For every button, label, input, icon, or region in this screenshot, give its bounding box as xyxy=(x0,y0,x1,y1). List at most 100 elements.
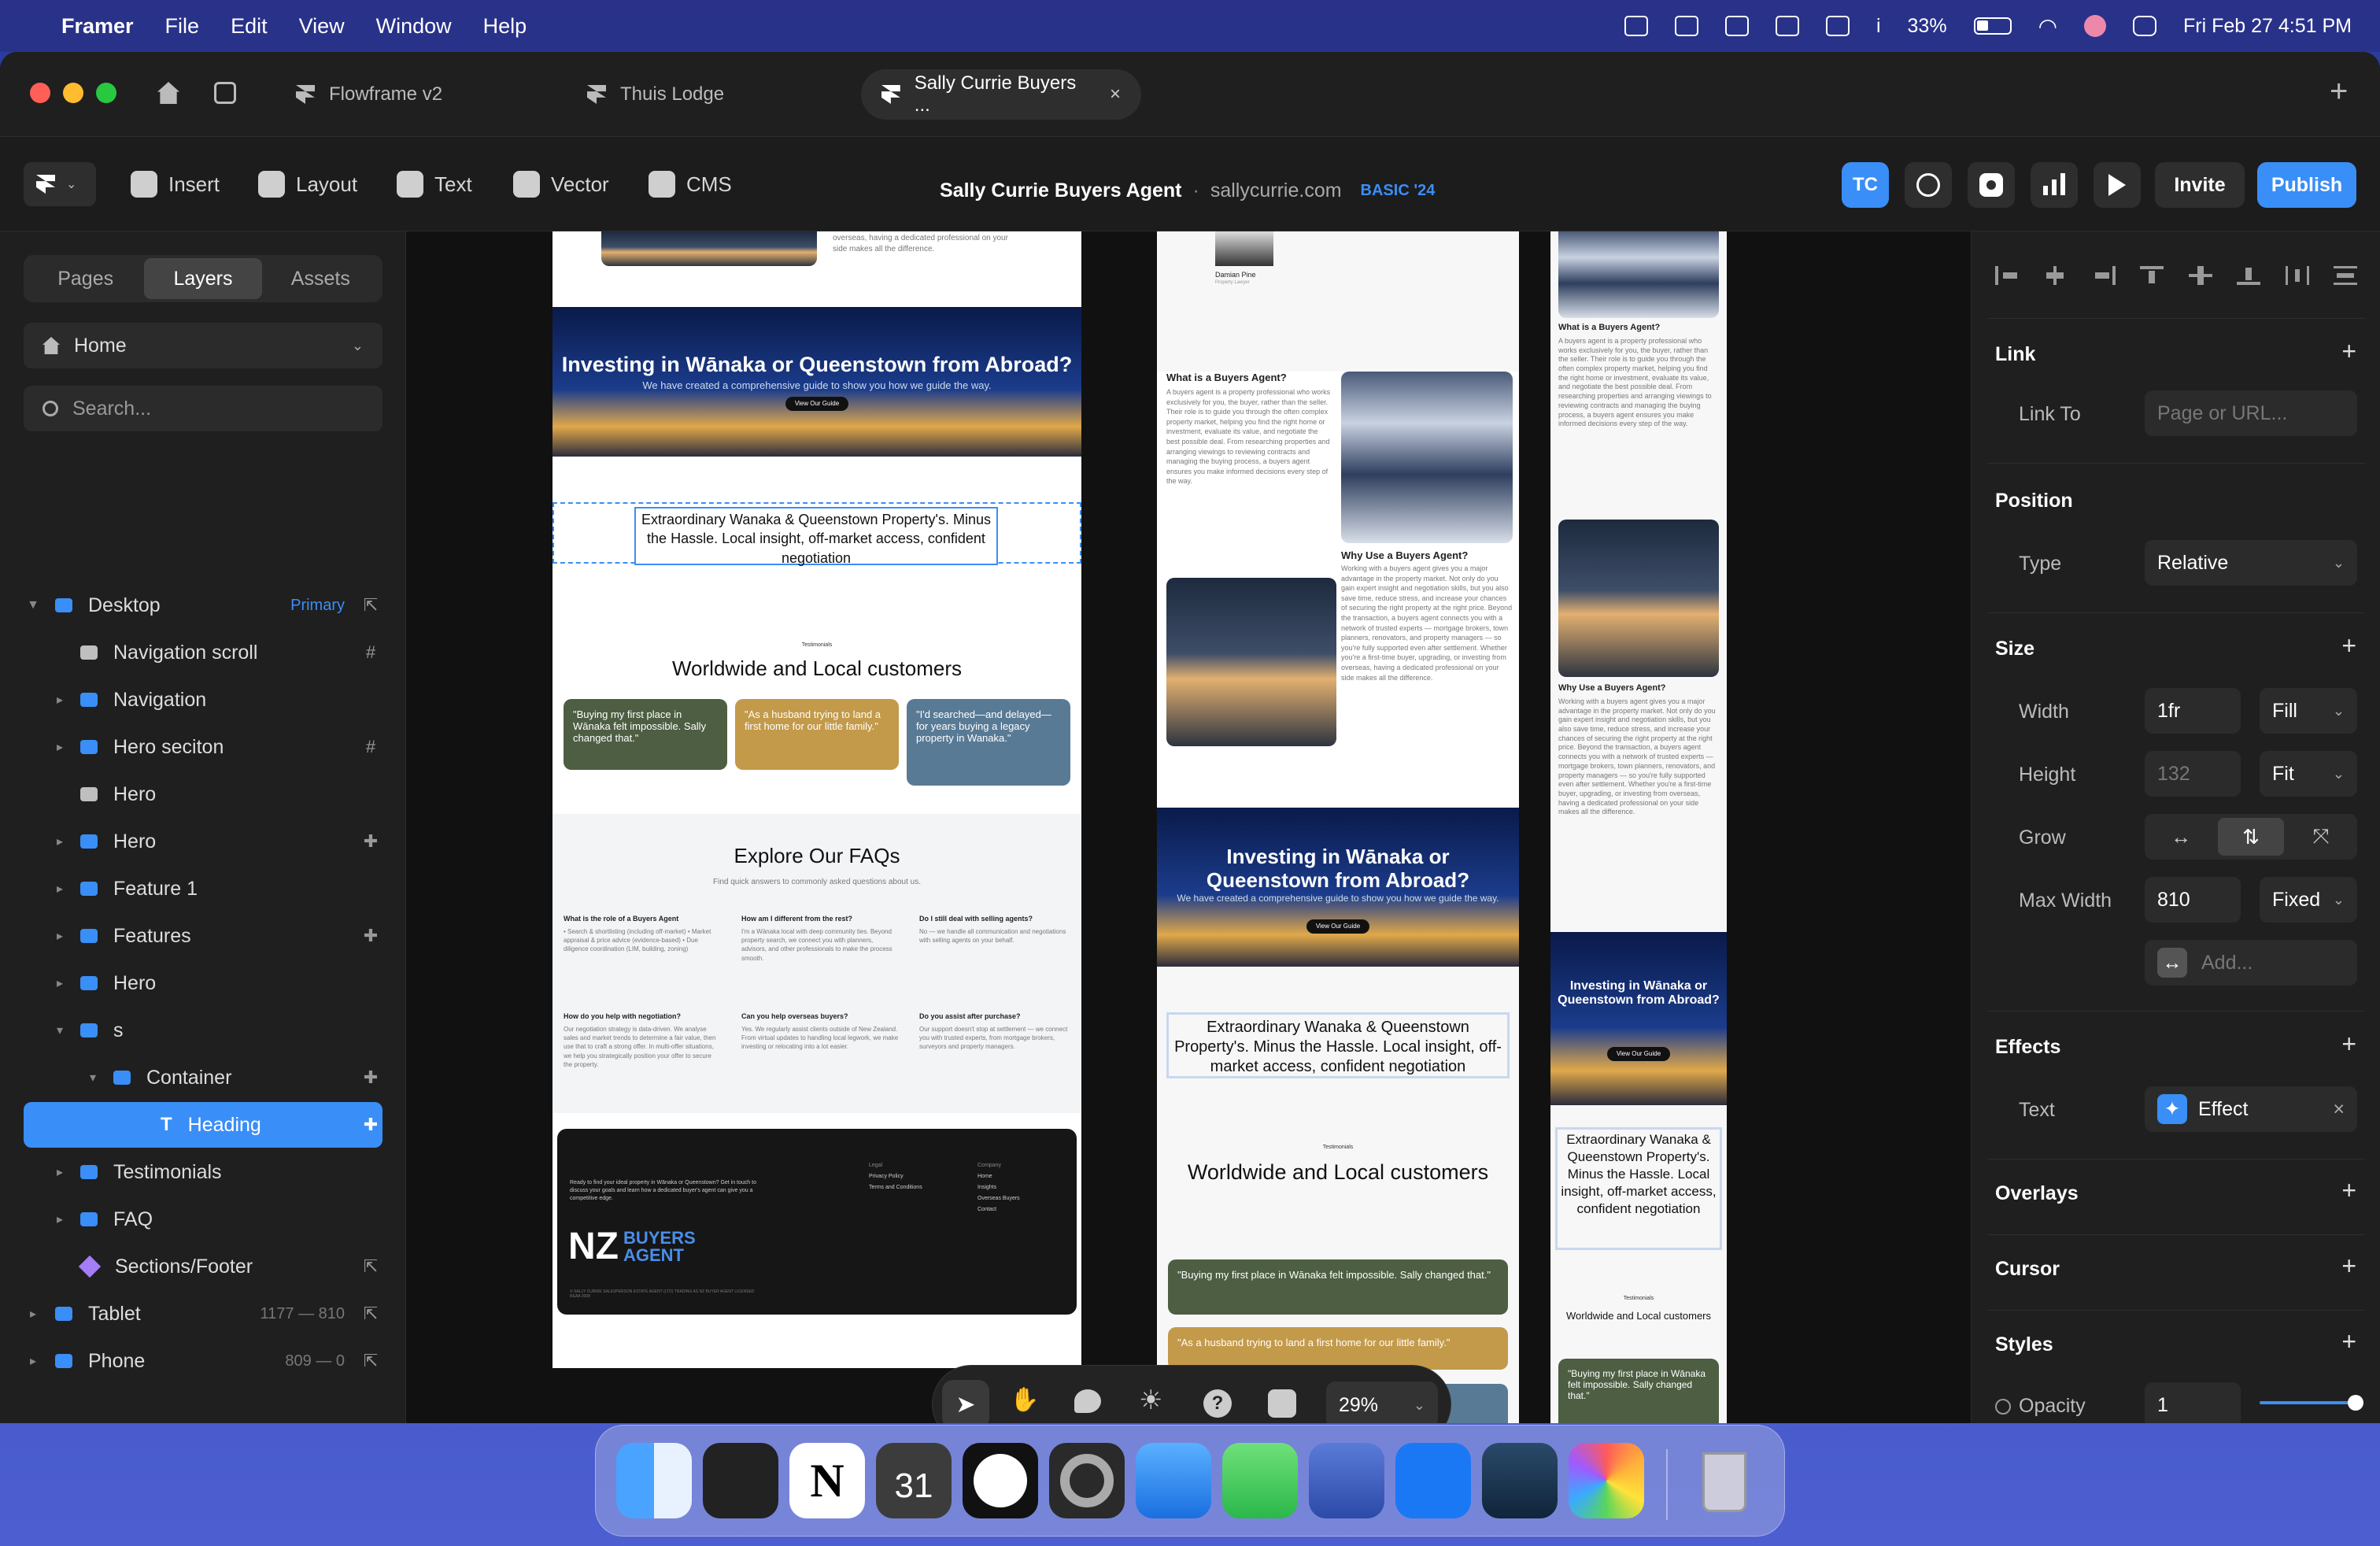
vector-button[interactable]: Vector xyxy=(501,162,622,206)
layer-hero[interactable]: ▸ Hero xyxy=(24,960,382,1006)
theme-toggle-icon[interactable]: ☀ xyxy=(1139,1385,1162,1416)
add-size-icon[interactable]: + xyxy=(2341,631,2356,660)
align-right-icon[interactable] xyxy=(2091,266,2116,285)
phone-frame[interactable]: What is a Buyers Agent? A buyers agent i… xyxy=(1550,231,1727,1423)
new-tab-icon[interactable]: + xyxy=(2330,74,2348,109)
faq-item[interactable]: Do I still deal with selling agents? No … xyxy=(919,915,1074,945)
tablet-heading[interactable]: Extraordinary Wanaka & Queenstown Proper… xyxy=(1166,1012,1510,1078)
slider-thumb[interactable] xyxy=(2348,1395,2363,1411)
globe-icon[interactable] xyxy=(1905,162,1952,208)
tablet-frame[interactable]: Damian Pine Property Lawyer What is a Bu… xyxy=(1157,231,1519,1423)
comment-tool-icon[interactable] xyxy=(1074,1389,1101,1413)
menu-file[interactable]: File xyxy=(165,14,200,39)
spotify-icon[interactable] xyxy=(963,1443,1038,1518)
clipboard-icon[interactable] xyxy=(1775,16,1799,36)
faq-item[interactable]: What is the role of a Buyers Agent • Sea… xyxy=(564,915,721,954)
cms-button[interactable]: CMS xyxy=(636,162,745,206)
chrome-icon[interactable] xyxy=(1049,1443,1125,1518)
tab-sally-currie[interactable]: Sally Currie Buyers ... × xyxy=(861,69,1141,120)
text-button[interactable]: Text xyxy=(384,162,485,206)
layer-desktop[interactable]: ▼ Desktop Primary ⇱ xyxy=(24,583,382,628)
tab-pages[interactable]: Pages xyxy=(27,258,144,299)
grow-vertical-icon[interactable]: ⇅ xyxy=(2218,818,2284,856)
control-center-icon[interactable] xyxy=(2133,16,2157,36)
caret-right-icon[interactable]: ▸ xyxy=(50,739,69,755)
caret-right-icon[interactable]: ▸ xyxy=(24,1306,42,1322)
remove-effect-icon[interactable]: × xyxy=(2333,1098,2345,1121)
align-center-h-icon[interactable] xyxy=(2043,266,2068,285)
page-select[interactable]: Home ⌄ xyxy=(24,323,382,368)
caret-down-icon[interactable]: ▼ xyxy=(24,598,42,612)
menu-view[interactable]: View xyxy=(299,14,345,39)
hero-guide-button[interactable]: View Our Guide xyxy=(1306,919,1369,934)
width-input[interactable]: 1fr xyxy=(2145,688,2241,734)
notion-icon[interactable] xyxy=(1825,16,1850,36)
layer-container[interactable]: ▾ Container ✚ xyxy=(24,1055,382,1100)
close-tab-icon[interactable]: × xyxy=(1110,83,1121,105)
menu-help[interactable]: Help xyxy=(483,14,527,39)
user-avatar-icon[interactable] xyxy=(2084,15,2107,37)
opacity-input[interactable]: 1 xyxy=(2145,1382,2241,1423)
footer-logo[interactable]: NZ BUYERS AGENT xyxy=(568,1225,696,1268)
breakpoint-icon[interactable]: ⇱ xyxy=(359,1304,382,1324)
faq-item[interactable]: How am I different from the rest? I'm a … xyxy=(741,915,899,963)
status-app-icon[interactable] xyxy=(1624,16,1648,36)
battery-icon[interactable] xyxy=(1973,17,2012,35)
layer-hero-seciton[interactable]: ▸ Hero seciton # xyxy=(24,724,382,770)
user-avatar[interactable]: TC xyxy=(1842,162,1889,208)
caret-right-icon[interactable]: ▸ xyxy=(50,881,69,897)
trash-icon[interactable] xyxy=(1687,1443,1762,1518)
layer-faq[interactable]: ▸ FAQ xyxy=(24,1196,382,1242)
caret-down-icon[interactable]: ▾ xyxy=(50,1023,69,1038)
footer-link[interactable]: Privacy Policy xyxy=(869,1171,922,1182)
notion-icon[interactable]: N xyxy=(789,1443,865,1518)
layer-testimonials[interactable]: ▸ Testimonials xyxy=(24,1149,382,1195)
opacity-slider[interactable] xyxy=(2260,1395,2363,1411)
breakpoint-icon[interactable]: ⇱ xyxy=(359,595,382,616)
finder-icon[interactable] xyxy=(616,1443,692,1518)
width-mode-select[interactable]: Fill ⌄ xyxy=(2260,688,2357,734)
close-window-icon[interactable] xyxy=(30,83,50,103)
testimonial-card[interactable]: "I'd searched—and delayed—for years buyi… xyxy=(907,699,1070,786)
align-top-icon[interactable] xyxy=(2140,266,2164,285)
minimize-window-icon[interactable] xyxy=(63,83,83,103)
align-left-icon[interactable] xyxy=(1995,266,2019,285)
layer-tablet[interactable]: ▸ Tablet 1177 — 810 ⇱ xyxy=(24,1291,382,1337)
faq-item[interactable]: Do you assist after purchase? Our suppor… xyxy=(919,1012,1074,1052)
hero-guide-button[interactable]: View Our Guide xyxy=(1607,1047,1670,1061)
layer-sections-footer[interactable]: Sections/Footer ⇱ xyxy=(24,1244,382,1289)
add-cursor-icon[interactable]: + xyxy=(2341,1252,2356,1281)
testimonial-card[interactable]: "Buying my first place in Wānaka felt im… xyxy=(1168,1259,1508,1315)
layer-s[interactable]: ▾ s xyxy=(24,1008,382,1053)
tab-thuis-lodge[interactable]: Thuis Lodge xyxy=(567,69,745,120)
select-tool-icon[interactable]: ➤ xyxy=(942,1380,989,1423)
testimonial-card[interactable]: "Buying my first place in Wānaka felt im… xyxy=(564,699,727,770)
layer-hero[interactable]: Hero xyxy=(24,771,382,817)
testimonial-card[interactable]: "Buying my first place in Wānaka felt im… xyxy=(1558,1359,1719,1423)
grow-horizontal-icon[interactable]: ↔ xyxy=(2148,825,2214,849)
hand-tool-icon[interactable]: ✋ xyxy=(1010,1386,1039,1414)
play-preview-icon[interactable] xyxy=(2094,162,2141,208)
hero-banner[interactable]: Investing in Wānaka or Queenstown from A… xyxy=(552,307,1081,457)
status-app-icon[interactable] xyxy=(1674,16,1698,36)
layer-hero[interactable]: ▸ Hero ✚ xyxy=(24,819,382,864)
distribute-v-icon[interactable] xyxy=(2333,266,2357,285)
framer-menu-button[interactable]: ⌄ xyxy=(24,162,96,206)
clock[interactable]: Fri Feb 27 4:51 PM xyxy=(2183,15,2352,38)
footer-link[interactable]: Overseas Buyers xyxy=(978,1193,1020,1204)
layer-navigation-scroll[interactable]: Navigation scroll # xyxy=(24,630,382,675)
caret-right-icon[interactable]: ▸ xyxy=(50,928,69,944)
layer-features[interactable]: ▸ Features ✚ xyxy=(24,913,382,959)
tab-layers[interactable]: Layers xyxy=(144,258,262,299)
calendar-icon[interactable]: 31 xyxy=(876,1443,952,1518)
plugins-icon[interactable] xyxy=(1268,1389,1296,1418)
caret-right-icon[interactable]: ▸ xyxy=(50,834,69,849)
caret-right-icon[interactable]: ▸ xyxy=(50,692,69,708)
caret-right-icon[interactable]: ▸ xyxy=(50,1211,69,1227)
project-title-bar[interactable]: Sally Currie Buyers Agent · sallycurrie.… xyxy=(940,179,1435,202)
menu-window[interactable]: Window xyxy=(376,14,452,39)
info-icon[interactable]: i xyxy=(1876,15,1881,38)
invite-button[interactable]: Invite xyxy=(2155,162,2245,208)
framer-app-icon[interactable] xyxy=(1395,1443,1471,1518)
app-store-icon[interactable] xyxy=(703,1443,778,1518)
